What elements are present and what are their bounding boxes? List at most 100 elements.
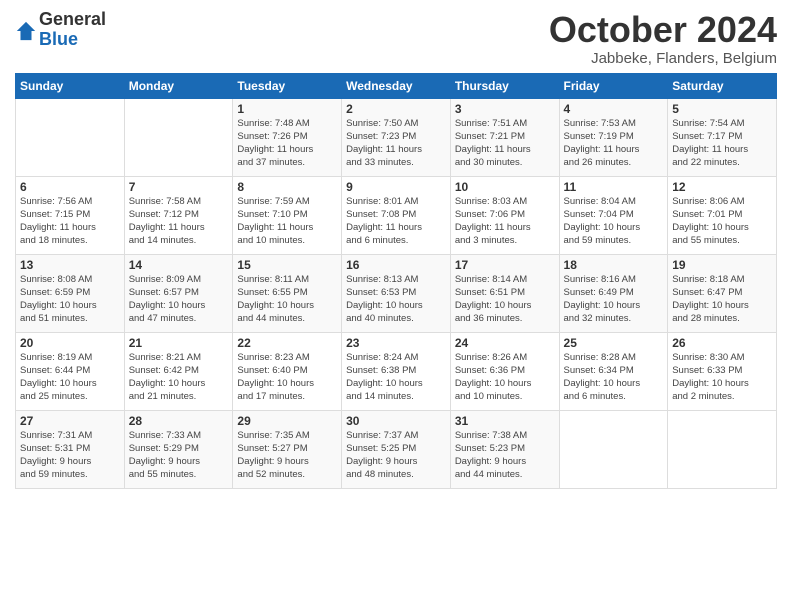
calendar-cell: 4Sunrise: 7:53 AMSunset: 7:19 PMDaylight… [559,98,668,176]
day-info: Sunrise: 7:54 AMSunset: 7:17 PMDaylight:… [672,117,772,170]
calendar-cell: 9Sunrise: 8:01 AMSunset: 7:08 PMDaylight… [342,176,451,254]
day-info: Sunrise: 7:37 AMSunset: 5:25 PMDaylight:… [346,429,446,482]
day-number: 27 [20,414,120,428]
day-number: 9 [346,180,446,194]
day-number: 8 [237,180,337,194]
calendar-cell: 25Sunrise: 8:28 AMSunset: 6:34 PMDayligh… [559,332,668,410]
day-number: 10 [455,180,555,194]
day-number: 4 [564,102,664,116]
day-number: 5 [672,102,772,116]
day-number: 26 [672,336,772,350]
day-info: Sunrise: 8:13 AMSunset: 6:53 PMDaylight:… [346,273,446,326]
calendar-cell: 8Sunrise: 7:59 AMSunset: 7:10 PMDaylight… [233,176,342,254]
day-number: 15 [237,258,337,272]
day-number: 20 [20,336,120,350]
calendar-body: 1Sunrise: 7:48 AMSunset: 7:26 PMDaylight… [16,98,777,488]
day-number: 1 [237,102,337,116]
logo-general-text: General [39,10,106,30]
calendar-cell: 20Sunrise: 8:19 AMSunset: 6:44 PMDayligh… [16,332,125,410]
day-info: Sunrise: 8:01 AMSunset: 7:08 PMDaylight:… [346,195,446,248]
week-row-1: 6Sunrise: 7:56 AMSunset: 7:15 PMDaylight… [16,176,777,254]
calendar-cell: 28Sunrise: 7:33 AMSunset: 5:29 PMDayligh… [124,410,233,488]
day-info: Sunrise: 8:09 AMSunset: 6:57 PMDaylight:… [129,273,229,326]
day-info: Sunrise: 7:48 AMSunset: 7:26 PMDaylight:… [237,117,337,170]
day-number: 7 [129,180,229,194]
header-cell-monday: Monday [124,73,233,98]
day-info: Sunrise: 7:50 AMSunset: 7:23 PMDaylight:… [346,117,446,170]
calendar-cell: 17Sunrise: 8:14 AMSunset: 6:51 PMDayligh… [450,254,559,332]
day-info: Sunrise: 8:28 AMSunset: 6:34 PMDaylight:… [564,351,664,404]
day-number: 3 [455,102,555,116]
day-number: 18 [564,258,664,272]
day-info: Sunrise: 8:11 AMSunset: 6:55 PMDaylight:… [237,273,337,326]
calendar-cell [668,410,777,488]
day-number: 11 [564,180,664,194]
day-info: Sunrise: 8:06 AMSunset: 7:01 PMDaylight:… [672,195,772,248]
day-info: Sunrise: 8:04 AMSunset: 7:04 PMDaylight:… [564,195,664,248]
calendar-cell: 23Sunrise: 8:24 AMSunset: 6:38 PMDayligh… [342,332,451,410]
calendar-cell: 29Sunrise: 7:35 AMSunset: 5:27 PMDayligh… [233,410,342,488]
day-number: 13 [20,258,120,272]
day-number: 30 [346,414,446,428]
day-info: Sunrise: 7:35 AMSunset: 5:27 PMDaylight:… [237,429,337,482]
calendar-cell: 15Sunrise: 8:11 AMSunset: 6:55 PMDayligh… [233,254,342,332]
calendar-cell: 22Sunrise: 8:23 AMSunset: 6:40 PMDayligh… [233,332,342,410]
header-cell-tuesday: Tuesday [233,73,342,98]
calendar-cell: 26Sunrise: 8:30 AMSunset: 6:33 PMDayligh… [668,332,777,410]
week-row-3: 20Sunrise: 8:19 AMSunset: 6:44 PMDayligh… [16,332,777,410]
calendar-title: October 2024 [549,10,777,50]
calendar-header: SundayMondayTuesdayWednesdayThursdayFrid… [16,73,777,98]
header-row: SundayMondayTuesdayWednesdayThursdayFrid… [16,73,777,98]
day-info: Sunrise: 8:08 AMSunset: 6:59 PMDaylight:… [20,273,120,326]
day-info: Sunrise: 7:31 AMSunset: 5:31 PMDaylight:… [20,429,120,482]
day-info: Sunrise: 8:03 AMSunset: 7:06 PMDaylight:… [455,195,555,248]
calendar-cell: 18Sunrise: 8:16 AMSunset: 6:49 PMDayligh… [559,254,668,332]
week-row-4: 27Sunrise: 7:31 AMSunset: 5:31 PMDayligh… [16,410,777,488]
day-info: Sunrise: 8:24 AMSunset: 6:38 PMDaylight:… [346,351,446,404]
calendar-cell: 1Sunrise: 7:48 AMSunset: 7:26 PMDaylight… [233,98,342,176]
day-info: Sunrise: 8:30 AMSunset: 6:33 PMDaylight:… [672,351,772,404]
calendar-cell: 13Sunrise: 8:08 AMSunset: 6:59 PMDayligh… [16,254,125,332]
calendar-cell: 11Sunrise: 8:04 AMSunset: 7:04 PMDayligh… [559,176,668,254]
day-number: 19 [672,258,772,272]
week-row-2: 13Sunrise: 8:08 AMSunset: 6:59 PMDayligh… [16,254,777,332]
calendar-cell: 31Sunrise: 7:38 AMSunset: 5:23 PMDayligh… [450,410,559,488]
calendar-cell: 19Sunrise: 8:18 AMSunset: 6:47 PMDayligh… [668,254,777,332]
day-info: Sunrise: 7:53 AMSunset: 7:19 PMDaylight:… [564,117,664,170]
day-number: 29 [237,414,337,428]
day-number: 16 [346,258,446,272]
day-number: 14 [129,258,229,272]
day-info: Sunrise: 7:33 AMSunset: 5:29 PMDaylight:… [129,429,229,482]
calendar-cell: 30Sunrise: 7:37 AMSunset: 5:25 PMDayligh… [342,410,451,488]
day-number: 31 [455,414,555,428]
logo-icon [15,20,37,42]
header-cell-friday: Friday [559,73,668,98]
day-info: Sunrise: 8:16 AMSunset: 6:49 PMDaylight:… [564,273,664,326]
calendar-cell: 3Sunrise: 7:51 AMSunset: 7:21 PMDaylight… [450,98,559,176]
logo: General Blue [15,10,106,50]
calendar-cell: 10Sunrise: 8:03 AMSunset: 7:06 PMDayligh… [450,176,559,254]
day-info: Sunrise: 7:59 AMSunset: 7:10 PMDaylight:… [237,195,337,248]
day-info: Sunrise: 7:56 AMSunset: 7:15 PMDaylight:… [20,195,120,248]
calendar-container: General Blue October 2024 Jabbeke, Fland… [0,0,792,499]
day-info: Sunrise: 7:58 AMSunset: 7:12 PMDaylight:… [129,195,229,248]
day-number: 23 [346,336,446,350]
day-info: Sunrise: 8:19 AMSunset: 6:44 PMDaylight:… [20,351,120,404]
calendar-cell: 6Sunrise: 7:56 AMSunset: 7:15 PMDaylight… [16,176,125,254]
calendar-cell: 14Sunrise: 8:09 AMSunset: 6:57 PMDayligh… [124,254,233,332]
logo-text: General Blue [39,10,106,50]
header-cell-saturday: Saturday [668,73,777,98]
day-info: Sunrise: 7:38 AMSunset: 5:23 PMDaylight:… [455,429,555,482]
day-number: 2 [346,102,446,116]
day-info: Sunrise: 8:14 AMSunset: 6:51 PMDaylight:… [455,273,555,326]
calendar-table: SundayMondayTuesdayWednesdayThursdayFrid… [15,73,777,489]
calendar-cell: 24Sunrise: 8:26 AMSunset: 6:36 PMDayligh… [450,332,559,410]
calendar-cell: 5Sunrise: 7:54 AMSunset: 7:17 PMDaylight… [668,98,777,176]
logo-blue-text: Blue [39,30,106,50]
calendar-cell: 7Sunrise: 7:58 AMSunset: 7:12 PMDaylight… [124,176,233,254]
day-number: 6 [20,180,120,194]
calendar-cell: 27Sunrise: 7:31 AMSunset: 5:31 PMDayligh… [16,410,125,488]
calendar-cell: 16Sunrise: 8:13 AMSunset: 6:53 PMDayligh… [342,254,451,332]
title-section: October 2024 Jabbeke, Flanders, Belgium [549,10,777,67]
day-number: 22 [237,336,337,350]
